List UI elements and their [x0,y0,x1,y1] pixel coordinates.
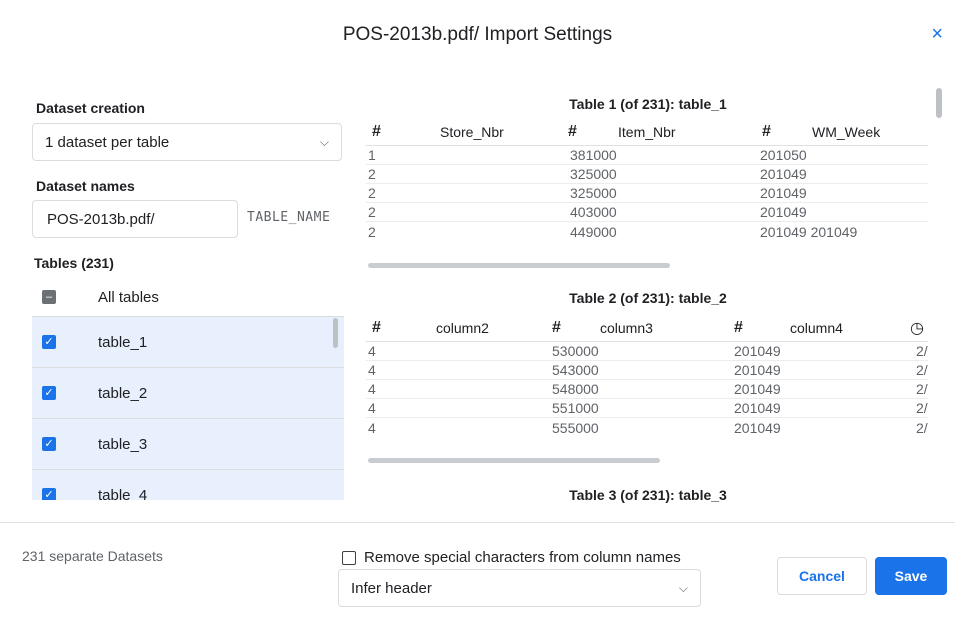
table-row: 2 325000 201049 [366,165,928,184]
dataset-names-label: Dataset names [36,178,135,194]
checkbox-unchecked-icon[interactable] [342,550,356,565]
preview-table-title: Table 3 (of 231): table_3 [569,487,727,503]
table-item-label: table_3 [98,435,148,453]
column-header[interactable]: # Item_Nbr [562,123,756,141]
number-type-icon: # [568,122,577,140]
table-row: 4 530000 201049 2/ [366,343,928,361]
dataset-creation-value: 1 dataset per table [45,133,170,151]
dataset-name-prefix: POS-2013b.pdf/ [47,210,155,228]
checkbox-checked-icon[interactable]: ✓ [42,386,56,400]
checkbox-checked-icon[interactable]: ✓ [42,488,56,500]
dataset-name-suffix: TABLE_NAME [247,210,331,225]
number-type-icon: # [552,318,561,336]
remove-special-chars-label: Remove special characters from column na… [364,549,681,566]
column-header[interactable]: # WM_Week [756,123,928,141]
preview-table-title: Table 1 (of 231): table_1 [569,96,727,112]
table-row: 4 548000 201049 2/ [366,381,928,399]
checkbox-checked-icon[interactable]: ✓ [42,437,56,451]
table-list-item[interactable]: ✓ table_4 [32,470,344,500]
dataset-count-text: 231 separate Datasets [22,548,163,564]
column-header[interactable]: # column4 [728,319,904,337]
table-item-label: table_1 [98,333,148,351]
preview-table-2-scrollbar[interactable] [368,458,660,463]
column-header[interactable]: # Store_Nbr [366,123,562,141]
all-tables-row[interactable]: – All tables [32,280,342,314]
table-list: ✓ table_1 ✓ table_2 ✓ table_3 ✓ table_4 [32,316,344,500]
close-icon[interactable]: × [931,24,943,44]
number-type-icon: # [372,122,381,140]
cancel-button[interactable]: Cancel [777,557,867,595]
preview-table-1: # Store_Nbr # Item_Nbr # WM_Week 1 38100… [366,118,928,241]
table-list-item[interactable]: ✓ table_2 [32,368,344,419]
number-type-icon: # [372,318,381,336]
all-tables-checkbox[interactable]: – [42,290,56,304]
chevron-down-icon: ⌵ [678,580,688,595]
dialog-title: POS-2013b.pdf/ Import Settings [342,24,613,45]
preview-table-1-scrollbar[interactable] [368,263,670,268]
table-row: 4 555000 201049 2/ [368,419,928,436]
number-type-icon: # [762,122,771,140]
column-name: column4 [790,319,843,336]
tables-label: Tables (231) [34,255,114,271]
dataset-creation-select[interactable]: 1 dataset per table ⌵ [32,123,342,161]
clock-icon: ◷ [910,319,924,337]
column-name: WM_Week [812,123,881,140]
table-list-scrollbar[interactable] [333,318,338,348]
preview-scrollbar[interactable] [936,88,942,118]
preview-table-title: Table 2 (of 231): table_2 [569,290,727,306]
table-item-label: table_2 [98,384,148,402]
table-row: 2 449000 201049 201049 [368,223,858,240]
remove-special-chars-row[interactable]: Remove special characters from column na… [342,549,681,566]
dataset-name-input[interactable]: POS-2013b.pdf/ [32,200,238,238]
header-option-select[interactable]: Infer header ⌵ [338,569,701,607]
column-header[interactable]: ◷ [904,318,928,338]
chevron-down-icon: ⌵ [319,134,329,149]
preview-table-2: # column2 # column3 # column4 ◷ 4 530000… [366,314,928,437]
column-name: Store_Nbr [440,123,504,140]
column-header[interactable]: # column3 [546,319,728,337]
header-option-value: Infer header [351,579,432,597]
save-button[interactable]: Save [875,557,947,595]
table-row: 1 381000 201050 [366,146,928,165]
checkbox-checked-icon[interactable]: ✓ [42,335,56,349]
footer-divider [0,522,955,523]
table-item-label: table_4 [98,486,148,501]
table-list-item[interactable]: ✓ table_1 [32,317,344,368]
table-header-row: # column2 # column3 # column4 ◷ [366,314,928,342]
column-name: Item_Nbr [618,123,676,140]
table-list-item[interactable]: ✓ table_3 [32,419,344,470]
column-header[interactable]: # column2 [366,319,546,337]
dataset-creation-label: Dataset creation [36,100,145,116]
column-name: column2 [436,319,489,336]
number-type-icon: # [734,318,743,336]
table-row: 4 551000 201049 2/ [366,400,928,418]
column-name: column3 [600,319,653,336]
table-header-row: # Store_Nbr # Item_Nbr # WM_Week [366,118,928,146]
all-tables-label: All tables [98,288,159,306]
table-row: 2 403000 201049 [366,203,928,222]
table-row: 2 325000 201049 [366,184,928,203]
table-row: 4 543000 201049 2/ [366,362,928,380]
